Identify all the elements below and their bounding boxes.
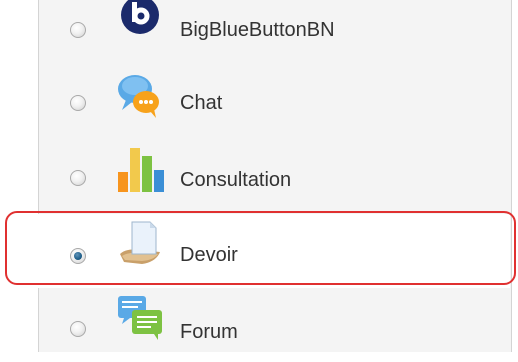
forum-icon <box>118 296 162 340</box>
activity-label-chat: Chat <box>180 92 223 114</box>
activity-label-bigbluebuttonbn: BigBlueButtonBN <box>180 19 335 41</box>
radio-forum[interactable] <box>70 321 86 337</box>
activity-option-forum[interactable]: Forum <box>38 288 510 362</box>
bigbluebuttonbn-icon <box>121 0 159 34</box>
consultation-chart-icon <box>118 148 164 192</box>
activity-option-consultation[interactable]: Consultation <box>38 140 510 214</box>
assignment-document-icon <box>120 221 160 264</box>
activity-option-devoir[interactable]: Devoir <box>38 214 510 288</box>
radio-devoir[interactable] <box>70 248 86 264</box>
chat-icon <box>118 75 159 118</box>
activity-label-consultation: Consultation <box>180 169 292 191</box>
radio-consultation[interactable] <box>70 170 86 186</box>
activity-option-chat[interactable]: Chat <box>38 66 510 140</box>
activity-label-devoir: Devoir <box>180 244 238 266</box>
radio-chat[interactable] <box>70 95 86 111</box>
radio-bigbluebuttonbn[interactable] <box>70 22 86 38</box>
activity-option-bigbluebuttonbn[interactable]: BigBlueButtonBN <box>38 0 510 60</box>
activity-label-forum: Forum <box>180 321 238 343</box>
